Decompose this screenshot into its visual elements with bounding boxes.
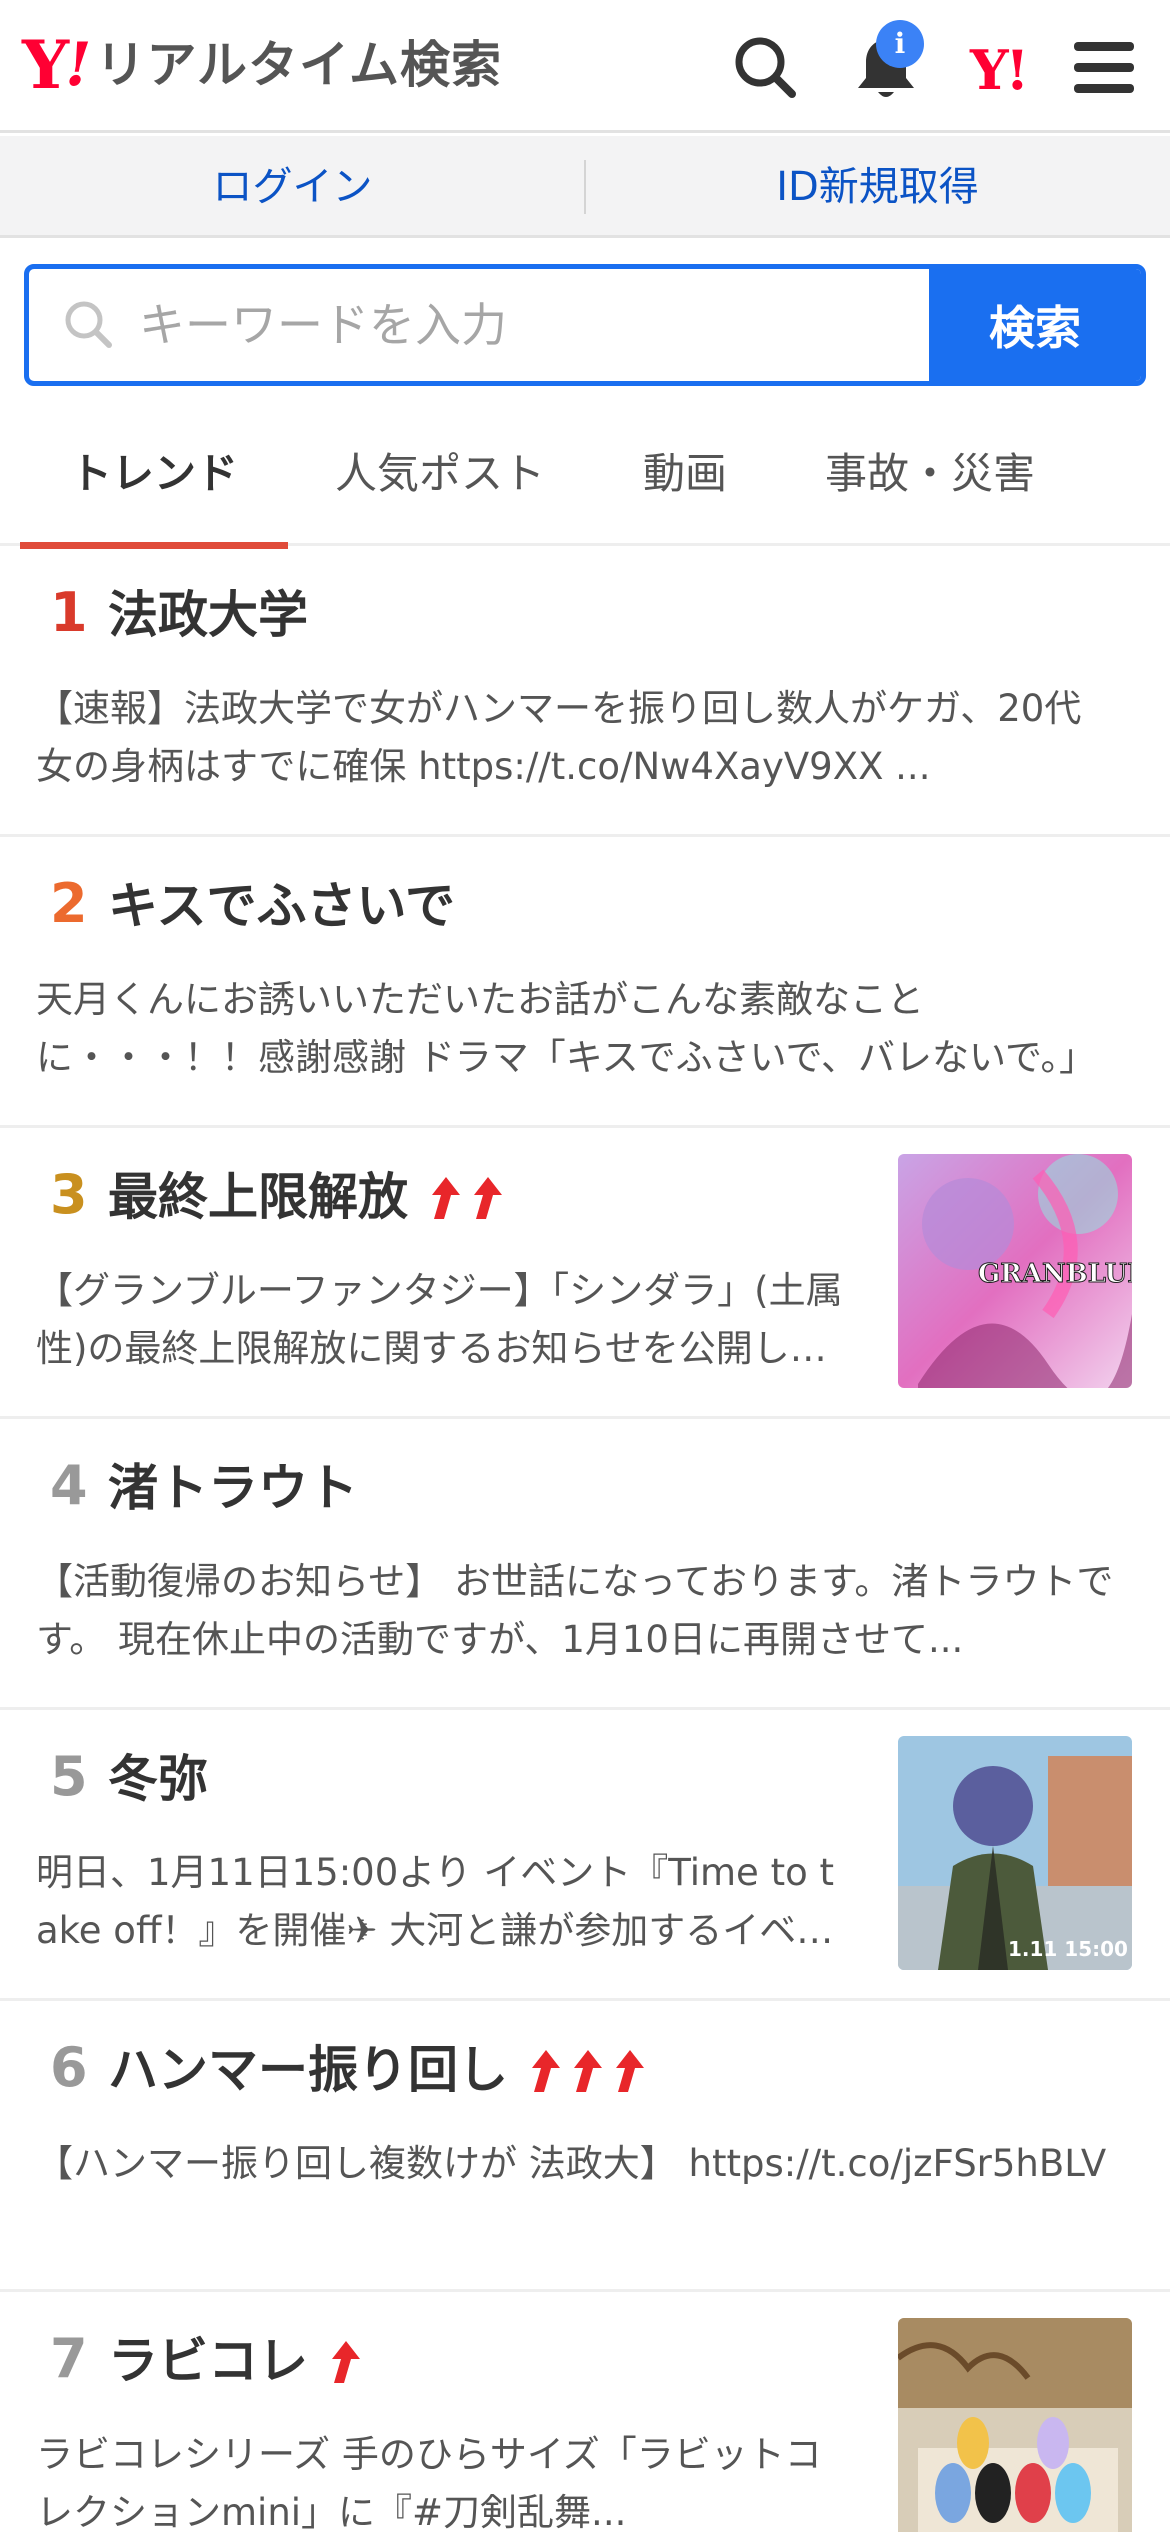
rising-arrow-icon	[432, 1177, 460, 1219]
trend-title[interactable]: ラビコレ	[108, 2328, 364, 2394]
trend-description: 【活動復帰のお知らせ】 お世話になっております。渚トラウトです。 現在休止中の活…	[36, 1560, 1114, 1661]
rising-arrows	[322, 2336, 364, 2386]
trend-description: 【ハンマー振り回し複数けが 法政大】 https://t.co/jzFSr5hB…	[36, 2142, 1107, 2185]
trend-rank: 6	[50, 2036, 88, 2099]
rising-arrow-icon	[616, 2050, 644, 2092]
register-link[interactable]: ID新規取得	[585, 136, 1170, 238]
login-bar: ログイン ID新規取得	[0, 136, 1170, 238]
trend-item[interactable]: 7 ラビコレ ラビコレシリーズ 手のひらサイズ「ラビットコレクションmini」に…	[0, 2292, 1170, 2532]
trend-item[interactable]: 3 最終上限解放 【グランブルーファンタジー】「シンダラ」(土属性)の最終上限解…	[0, 1128, 1170, 1419]
tab-videos[interactable]: 動画	[600, 410, 770, 546]
rising-arrow-icon	[574, 2050, 602, 2092]
trend-rank: 4	[50, 1454, 88, 1517]
trend-item[interactable]: 6 ハンマー振り回し 【ハンマー振り回し複数けが 法政大】 https://t.…	[0, 2001, 1170, 2292]
tab-bar: トレンド 人気ポスト 動画 事故・災害	[0, 410, 1170, 549]
trend-description: 【グランブルーファンタジー】「シンダラ」(土属性)の最終上限解放に関するお知らせ…	[36, 1269, 843, 1370]
trend-thumbnail[interactable]: 1.11 15:00	[898, 1736, 1132, 1970]
trend-title[interactable]: 法政大学	[108, 582, 308, 648]
rising-arrow-icon	[332, 2341, 360, 2383]
trend-title[interactable]: 最終上限解放	[108, 1164, 506, 1230]
thumbnail-caption: 1.11 15:00	[1008, 1937, 1128, 1961]
trend-rank: 2	[50, 872, 88, 935]
rising-arrows	[422, 1172, 506, 1222]
trend-title[interactable]: 冬弥	[108, 1746, 208, 1812]
trend-title[interactable]: キスでふさいで	[108, 873, 455, 939]
rising-arrows	[522, 2045, 648, 2095]
trend-rank: 3	[50, 1163, 88, 1226]
trend-thumbnail[interactable]: GRANBLUE F	[898, 1154, 1132, 1388]
thumbnail-caption: GRANBLUE F	[978, 1259, 1132, 1289]
logo-mark: Y	[22, 26, 69, 104]
trend-rank: 5	[50, 1745, 88, 1808]
yahoo-japan-icon[interactable]: Y!	[970, 38, 1029, 102]
menu-icon[interactable]	[1064, 28, 1144, 108]
trend-rank: 7	[50, 2327, 88, 2390]
trend-rank: 1	[50, 581, 88, 644]
notification-bell-icon[interactable]: i	[846, 20, 926, 108]
trend-title[interactable]: ハンマー振り回し	[108, 2037, 648, 2103]
trend-title-text: 最終上限解放	[108, 1168, 408, 1226]
search-button[interactable]: 検索	[929, 269, 1141, 381]
trend-description: ラビコレシリーズ 手のひらサイズ「ラビットコレクションmini」に『#刀剣乱舞.…	[36, 2433, 822, 2532]
trend-title[interactable]: 渚トラウト	[108, 1455, 358, 1521]
rising-arrow-icon	[532, 2050, 560, 2092]
trend-title-text: ラビコレ	[108, 2332, 308, 2390]
trend-description: 天月くんにお誘いいただいたお話がこんな素敵なことに・・・！！感謝感謝 ドラマ「キ…	[36, 978, 1096, 1079]
tab-popular-posts[interactable]: 人気ポスト	[310, 410, 570, 546]
trend-title-text: 渚トラウト	[108, 1459, 358, 1517]
trend-description: 【速報】法政大学で女がハンマーを振り回し数人がケガ、20代女の身柄はすでに確保 …	[36, 687, 1082, 788]
site-logo[interactable]: Y ! リアルタイム検索	[22, 30, 502, 100]
logo-exclaim: !	[65, 30, 92, 100]
trend-title-text: 法政大学	[108, 586, 308, 644]
trend-item[interactable]: 2 キスでふさいで 天月くんにお誘いいただいたお話がこんな素敵なことに・・・！！…	[0, 837, 1170, 1128]
rising-arrow-icon	[474, 1177, 502, 1219]
tab-trend[interactable]: トレンド	[20, 410, 288, 549]
trend-title-text: 冬弥	[108, 1750, 208, 1808]
trend-list: 1 法政大学 【速報】法政大学で女がハンマーを振り回し数人がケガ、20代女の身柄…	[0, 546, 1170, 2532]
trend-title-text: キスでふさいで	[108, 877, 455, 935]
search-icon[interactable]	[726, 28, 806, 108]
trend-item[interactable]: 5 冬弥 明日、1月11日15:00より イベント『Time to take o…	[0, 1710, 1170, 2001]
login-link[interactable]: ログイン	[0, 136, 585, 238]
tab-accidents-disasters[interactable]: 事故・災害	[800, 410, 1060, 546]
notification-badge: i	[876, 20, 924, 68]
search-box: 検索	[24, 264, 1146, 386]
trend-description: 明日、1月11日15:00より イベント『Time to take off！』を…	[36, 1851, 834, 1952]
trend-title-text: ハンマー振り回し	[108, 2041, 508, 2099]
trend-thumbnail[interactable]	[898, 2318, 1132, 2532]
app-root: Y ! リアルタイム検索 i Y! ログイン ID新規取得 検索 トレンド 人気…	[0, 0, 1170, 2532]
logo-text: リアルタイム検索	[95, 36, 502, 94]
trend-item[interactable]: 4 渚トラウト 【活動復帰のお知らせ】 お世話になっております。渚トラウトです。…	[0, 1419, 1170, 1710]
header: Y ! リアルタイム検索 i Y!	[0, 0, 1170, 133]
trend-item[interactable]: 1 法政大学 【速報】法政大学で女がハンマーを振り回し数人がケガ、20代女の身柄…	[0, 546, 1170, 837]
search-field-icon	[59, 295, 119, 355]
search-input[interactable]	[139, 269, 939, 381]
